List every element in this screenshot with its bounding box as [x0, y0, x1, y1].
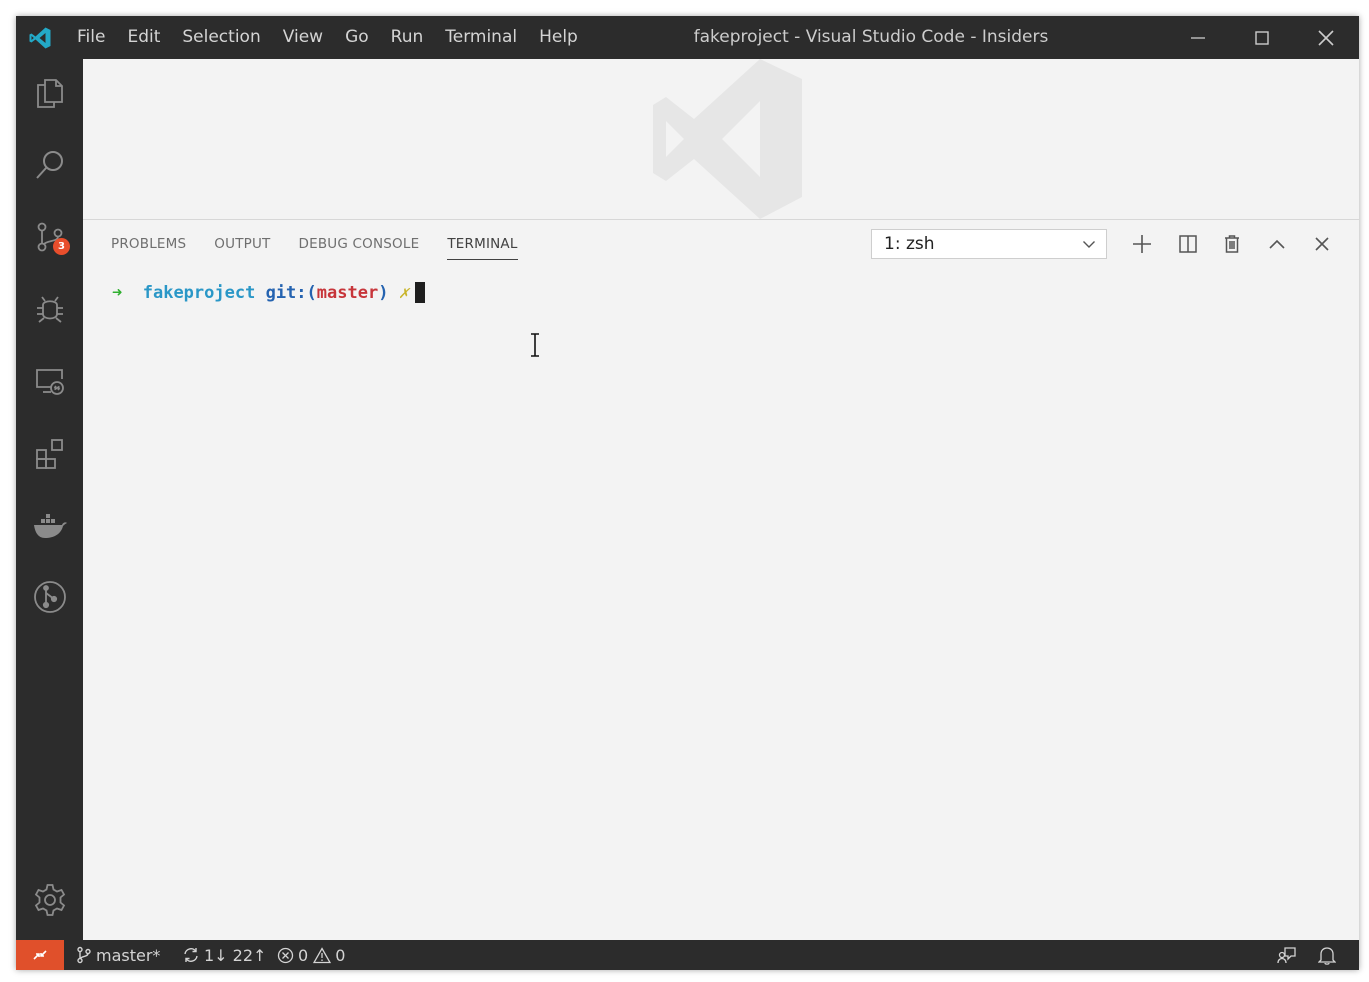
window-title: fakeproject - Visual Studio Code - Insid… — [693, 27, 1049, 47]
trash-icon — [1225, 235, 1239, 253]
vscode-watermark-icon — [653, 59, 802, 219]
status-feedback[interactable] — [1277, 940, 1297, 970]
close-icon — [1318, 29, 1334, 46]
gear-icon — [34, 884, 65, 916]
terminal-select-value: 1: zsh — [884, 234, 935, 254]
prompt-git-prefix: git:( — [265, 282, 317, 303]
prompt-branch: master — [316, 282, 379, 303]
bell-icon — [1318, 947, 1336, 965]
plus-icon — [1133, 235, 1151, 253]
activity-remote-explorer[interactable] — [16, 353, 83, 409]
tab-problems[interactable]: PROBLEMS — [111, 236, 186, 260]
status-warning-count: 0 — [335, 945, 346, 965]
error-icon — [277, 947, 294, 963]
status-branch-label: master* — [96, 945, 161, 965]
split-terminal-button[interactable] — [1176, 232, 1200, 256]
files-icon — [36, 79, 63, 108]
git-branch-icon — [77, 946, 91, 964]
status-sync[interactable]: 1↓ 22↑ — [182, 940, 266, 970]
activity-run-debug[interactable] — [16, 281, 83, 337]
tab-output[interactable]: OUTPUT — [214, 236, 270, 260]
warning-icon — [313, 946, 332, 963]
terminal-select[interactable]: 1: zsh — [871, 229, 1107, 259]
activity-settings[interactable] — [16, 872, 83, 928]
close-icon — [1315, 237, 1329, 251]
title-bar: File Edit Selection View Go Run Terminal… — [16, 16, 1359, 59]
terminal-prompt[interactable]: ➜ fakeproject git:( master ) ✗ — [112, 282, 425, 303]
maximize-button[interactable] — [1233, 16, 1291, 59]
menu-bar: File Edit Selection View Go Run Terminal… — [66, 16, 589, 59]
activity-git-graph[interactable] — [16, 569, 83, 625]
source-control-badge: 3 — [53, 238, 70, 255]
prompt-arrow: ➜ — [112, 282, 123, 303]
vscode-window: File Edit Selection View Go Run Terminal… — [16, 16, 1359, 970]
remote-icon — [33, 950, 47, 960]
status-branch[interactable]: master* — [76, 940, 160, 970]
sync-icon — [184, 948, 198, 962]
prompt-dirty-marker: ✗ — [398, 282, 409, 303]
minimize-button[interactable] — [1169, 16, 1227, 59]
new-terminal-button[interactable] — [1130, 232, 1154, 256]
status-notifications[interactable] — [1318, 940, 1336, 970]
status-bar: master* 1↓ 22↑ 0 0 — [16, 940, 1359, 970]
minimize-icon — [1191, 36, 1205, 39]
activity-search[interactable] — [16, 137, 83, 193]
activity-docker[interactable] — [16, 497, 83, 553]
chevron-down-icon — [1083, 241, 1095, 248]
editor-area — [83, 59, 1359, 219]
prompt-directory: fakeproject — [142, 282, 256, 303]
close-window-button[interactable] — [1297, 16, 1355, 59]
maximize-icon — [1255, 30, 1269, 45]
status-error-count: 0 — [298, 945, 309, 965]
vscode-logo-icon — [29, 27, 51, 49]
menu-go[interactable]: Go — [334, 16, 380, 59]
prompt-git-suffix: ) — [378, 282, 389, 303]
activity-bar: 3 — [16, 59, 83, 940]
git-graph-icon — [33, 581, 66, 613]
tab-debug-console[interactable]: DEBUG CONSOLE — [299, 236, 420, 260]
tab-terminal[interactable]: TERMINAL — [447, 236, 518, 260]
panel-tabs: PROBLEMS OUTPUT DEBUG CONSOLE TERMINAL — [111, 236, 546, 260]
remote-indicator-button[interactable] — [16, 940, 64, 970]
extensions-icon — [35, 439, 63, 469]
docker-icon — [33, 514, 67, 538]
menu-edit[interactable]: Edit — [116, 16, 171, 59]
menu-view[interactable]: View — [272, 16, 334, 59]
remote-explorer-icon — [35, 369, 64, 395]
activity-source-control[interactable]: 3 — [16, 209, 83, 265]
chevron-up-icon — [1269, 239, 1285, 249]
debug-icon — [36, 296, 63, 323]
terminal-cursor — [414, 282, 425, 303]
menu-selection[interactable]: Selection — [171, 16, 271, 59]
menu-run[interactable]: Run — [380, 16, 435, 59]
feedback-icon — [1277, 947, 1296, 964]
text-cursor-icon — [531, 333, 539, 357]
maximize-panel-button[interactable] — [1265, 232, 1289, 256]
menu-file[interactable]: File — [66, 16, 116, 59]
status-sync-label: 1↓ 22↑ — [204, 945, 267, 965]
close-panel-button[interactable] — [1310, 232, 1334, 256]
split-icon — [1179, 235, 1197, 253]
status-problems[interactable]: 0 0 — [277, 940, 345, 970]
kill-terminal-button[interactable] — [1220, 232, 1244, 256]
search-icon — [35, 151, 63, 179]
panel: PROBLEMS OUTPUT DEBUG CONSOLE TERMINAL 1… — [83, 219, 1359, 941]
activity-explorer[interactable] — [16, 65, 83, 121]
menu-terminal[interactable]: Terminal — [434, 16, 528, 59]
activity-extensions[interactable] — [16, 425, 83, 481]
